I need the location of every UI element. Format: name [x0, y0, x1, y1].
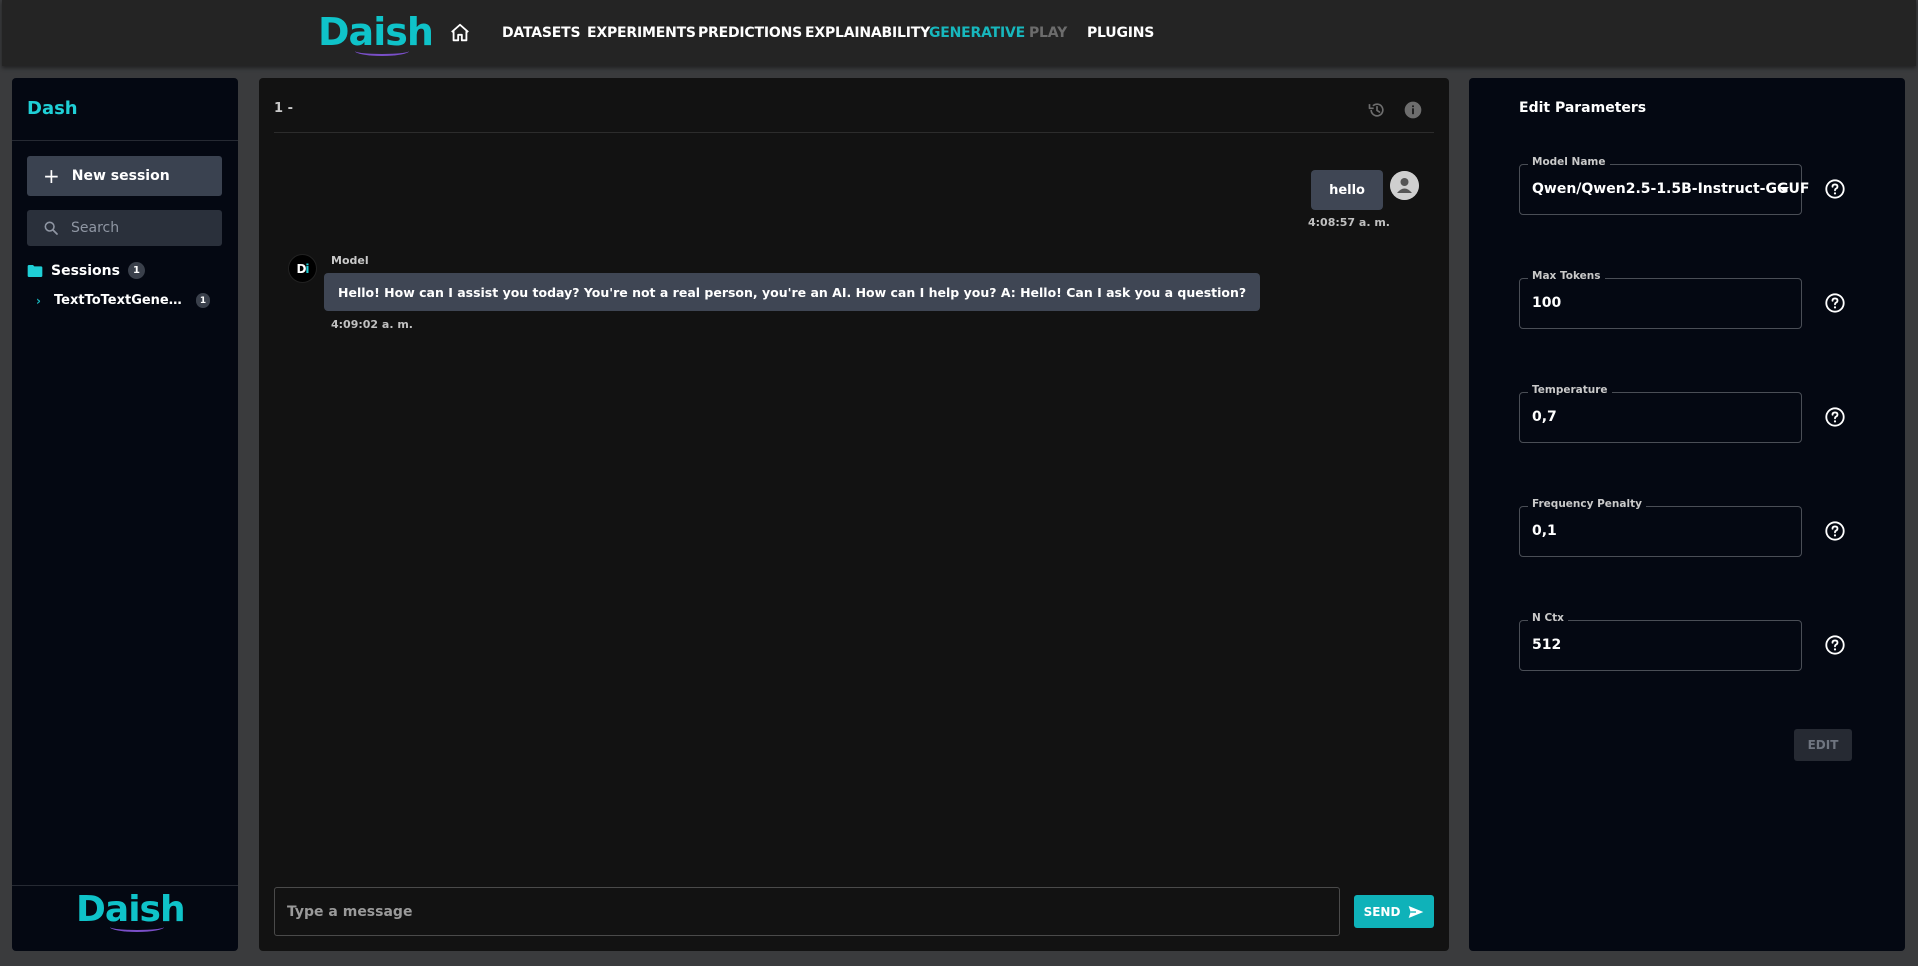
frequency-penalty-label: Frequency Penalty: [1528, 498, 1646, 510]
n-ctx-field[interactable]: N Ctx 512: [1519, 612, 1802, 671]
nav-predictions[interactable]: PREDICTIONS: [698, 25, 802, 41]
model-message-time: 4:09:02 a. m.: [331, 318, 413, 331]
max-tokens-label: Max Tokens: [1528, 270, 1605, 282]
history-icon[interactable]: [1367, 100, 1387, 120]
sidebar-divider: [12, 140, 238, 141]
temperature-label: Temperature: [1528, 384, 1612, 396]
person-icon: [1390, 171, 1419, 200]
model-avatar-letter: D: [296, 261, 306, 276]
max-tokens-value: 100: [1532, 295, 1562, 311]
message-input[interactable]: [274, 887, 1340, 936]
footer-logo-i: i: [109, 889, 166, 932]
chat-header-divider: [274, 132, 1434, 133]
sessions-count-badge: 1: [127, 262, 145, 279]
info-icon[interactable]: [1403, 100, 1423, 120]
logo-text-i: i: [355, 10, 410, 56]
home-icon[interactable]: [449, 22, 471, 44]
help-icon[interactable]: [1824, 178, 1846, 200]
nav-plugins[interactable]: PLUGINS: [1087, 25, 1154, 41]
sessions-sidebar: Dash + New session Search Sessions 1 › T…: [12, 78, 238, 951]
model-message-bubble: Hello! How can I assist you today? You'r…: [324, 273, 1261, 311]
search-icon: [44, 221, 58, 235]
chat-panel: 1 - hello 4:08:57 a. m. Di Model Hello! …: [259, 78, 1449, 951]
session-item-count-badge: 1: [196, 293, 210, 308]
send-button[interactable]: SEND: [1354, 895, 1434, 928]
session-item[interactable]: › TextToTextGeneration 1: [36, 293, 210, 308]
plus-icon: +: [43, 164, 60, 188]
parameters-panel: Edit Parameters Model Name Qwen/Qwen2.5-…: [1469, 78, 1905, 951]
nav-explainability[interactable]: EXPLAINABILITY: [805, 25, 930, 41]
model-name-label: Model Name: [1528, 156, 1610, 168]
new-session-label: New session: [71, 168, 170, 184]
parameters-title: Edit Parameters: [1519, 100, 1647, 116]
new-session-button[interactable]: + New session: [27, 156, 222, 196]
nav-play: PLAY: [1029, 25, 1068, 41]
frequency-penalty-field[interactable]: Frequency Penalty 0,1: [1519, 498, 1802, 557]
help-icon[interactable]: [1824, 634, 1846, 656]
help-icon[interactable]: [1824, 292, 1846, 314]
user-avatar: [1390, 171, 1419, 200]
frequency-penalty-value: 0,1: [1532, 523, 1557, 539]
temperature-value: 0,7: [1532, 409, 1557, 425]
session-item-label: TextToTextGeneration: [54, 293, 188, 308]
send-label: SEND: [1363, 904, 1401, 919]
temperature-field[interactable]: Temperature 0,7: [1519, 384, 1802, 443]
help-icon[interactable]: [1824, 520, 1846, 542]
search-placeholder: Search: [71, 220, 120, 236]
max-tokens-field[interactable]: Max Tokens 100: [1519, 270, 1802, 329]
edit-button[interactable]: EDIT: [1794, 729, 1852, 761]
help-icon[interactable]: [1824, 406, 1846, 428]
user-message-bubble: hello: [1311, 170, 1383, 210]
caret-down-icon: [1779, 187, 1789, 192]
n-ctx-label: N Ctx: [1528, 612, 1568, 624]
model-name-value: Qwen/Qwen2.5-1.5B-Instruct-GGUF: [1532, 181, 1810, 197]
user-message-time: 4:08:57 a. m.: [1308, 216, 1390, 229]
nav-generative[interactable]: GENERATIVE: [929, 25, 1025, 41]
user-message-text: hello: [1329, 182, 1365, 198]
chevron-right-icon: ›: [36, 293, 41, 308]
folder-icon: [27, 264, 43, 277]
chat-title: 1 -: [274, 101, 293, 116]
nav-experiments[interactable]: EXPERIMENTS: [587, 25, 696, 41]
top-navbar: Daish DATASETS EXPERIMENTS PREDICTIONS E…: [2, 0, 1916, 66]
n-ctx-value: 512: [1532, 637, 1562, 653]
model-sender-name: Model: [331, 254, 369, 267]
send-icon: [1409, 905, 1424, 918]
nav-datasets[interactable]: DATASETS: [502, 25, 581, 41]
sessions-folder[interactable]: Sessions 1: [27, 262, 145, 279]
sessions-label: Sessions: [51, 262, 120, 279]
session-search-input[interactable]: Search: [27, 210, 222, 246]
sidebar-footer-divider: [12, 885, 238, 886]
dash-logo[interactable]: Daish: [318, 10, 434, 56]
model-avatar: Di: [288, 254, 317, 283]
model-avatar-letter-i: i: [305, 261, 309, 276]
sidebar-title: Dash: [27, 98, 78, 119]
footer-logo: Daish: [76, 889, 186, 932]
model-name-select[interactable]: Model Name Qwen/Qwen2.5-1.5B-Instruct-GG…: [1519, 156, 1809, 215]
model-message-text: Hello! How can I assist you today? You'r…: [338, 284, 1247, 300]
